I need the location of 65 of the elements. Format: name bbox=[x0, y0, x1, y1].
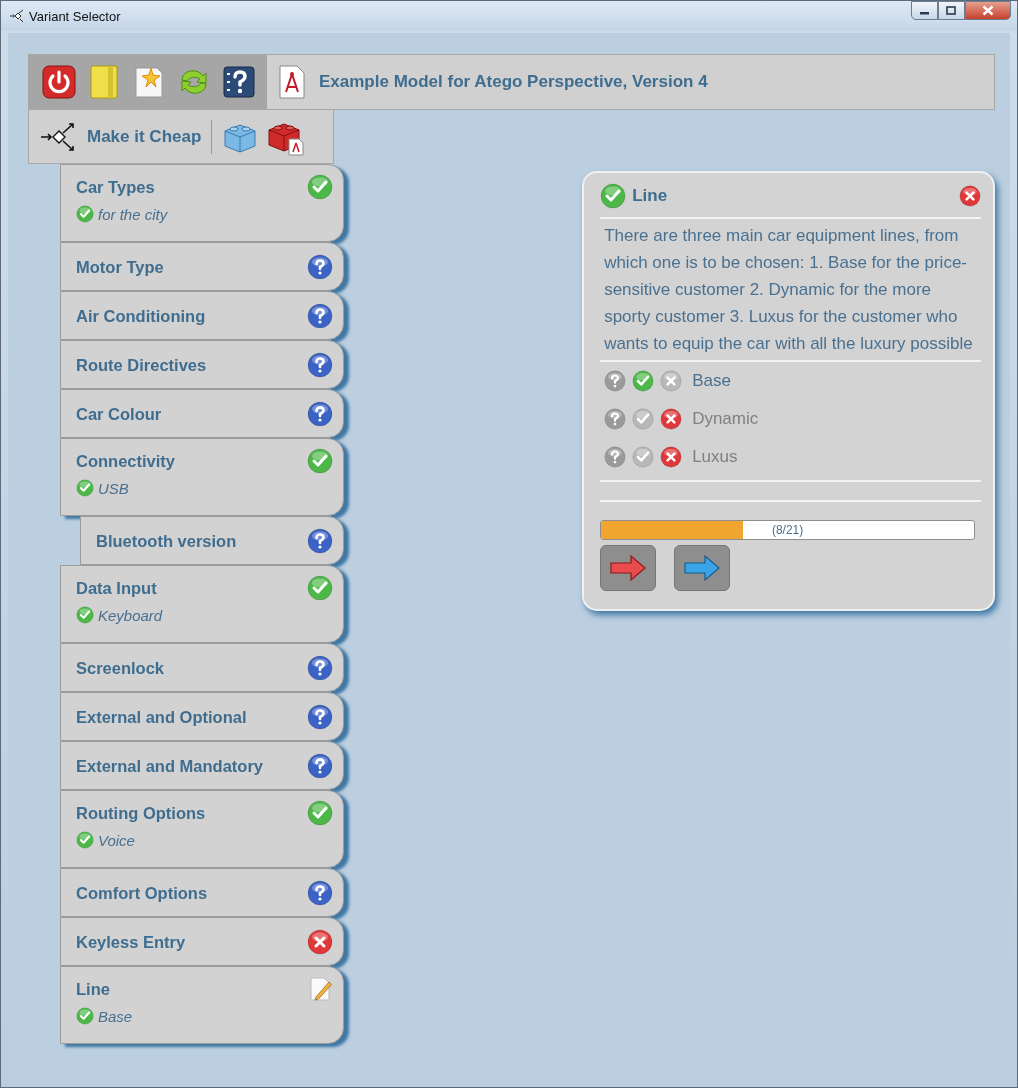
document-icon bbox=[279, 65, 305, 99]
model-title: Example Model for Atego Perspective, Version 4 bbox=[319, 72, 708, 92]
feature-item[interactable]: Bluetooth version bbox=[80, 516, 345, 565]
app-icon bbox=[9, 9, 25, 23]
close-icon bbox=[959, 185, 981, 207]
feature-label: External and Mandatory bbox=[76, 755, 264, 777]
selection-value: Voice bbox=[98, 831, 135, 849]
question-icon bbox=[604, 370, 627, 392]
selection-value: Keyboard bbox=[98, 606, 163, 624]
feature-label: Line bbox=[76, 979, 110, 1000]
check-icon bbox=[76, 606, 94, 624]
feature-label: Motor Type bbox=[76, 256, 164, 278]
feature-item[interactable]: External and Mandatory bbox=[60, 741, 345, 790]
maximize-icon bbox=[946, 5, 957, 16]
arrow-icon bbox=[683, 554, 722, 582]
variant-name: Make it Cheap bbox=[87, 126, 202, 147]
next-button[interactable] bbox=[674, 545, 731, 591]
power-button[interactable] bbox=[41, 64, 77, 100]
close-panel-button[interactable] bbox=[959, 185, 981, 207]
selection-value: for the city bbox=[98, 205, 168, 223]
option-label[interactable]: Base bbox=[692, 371, 731, 391]
feature-item[interactable]: Car Types for the city bbox=[60, 164, 345, 242]
feature-label: Data Input bbox=[76, 578, 157, 599]
feature-label: Routing Options bbox=[76, 803, 206, 824]
feature-label: Bluetooth version bbox=[96, 530, 237, 552]
feature-item[interactable]: Line Base bbox=[60, 966, 345, 1044]
selection-value: Base bbox=[98, 1007, 133, 1025]
window-title: Variant Selector bbox=[29, 8, 121, 24]
feature-item[interactable]: Screenlock bbox=[60, 643, 345, 692]
feature-label: Screenlock bbox=[76, 657, 165, 679]
feature-label: Car Colour bbox=[76, 403, 162, 425]
feature-item[interactable]: Motor Type bbox=[60, 242, 345, 291]
check-icon bbox=[76, 1007, 94, 1025]
description-text: There are three main car equipment lines, from which one is to be chosen: 1. Base for the price-sensitive customer 2. Dynamic for the more sporty customer 3. Luxus for the customer who wants to equip the car with all the luxury possible bbox=[600, 219, 981, 362]
panel-title: Line bbox=[632, 186, 668, 206]
previous-button[interactable] bbox=[600, 545, 657, 591]
feature-item[interactable]: Routing Options Voice bbox=[60, 790, 345, 868]
help-button[interactable] bbox=[221, 64, 257, 100]
feature-item[interactable]: Connectivity USB bbox=[60, 438, 345, 516]
feature-item[interactable]: External and Optional bbox=[60, 692, 345, 741]
feature-label: Comfort Options bbox=[76, 882, 208, 904]
feature-label: Connectivity bbox=[76, 451, 176, 472]
feature-item[interactable]: Keyless Entry bbox=[60, 917, 345, 966]
feature-item[interactable]: Car Colour bbox=[60, 389, 345, 438]
maximize-button[interactable] bbox=[938, 1, 965, 20]
progress-reading: (8/21) bbox=[770, 522, 805, 539]
feature-label: External and Optional bbox=[76, 706, 247, 728]
minimize-button[interactable] bbox=[911, 1, 938, 20]
feature-label: Air Conditioning bbox=[76, 305, 206, 327]
close-button[interactable] bbox=[965, 1, 1011, 20]
feature-label: Keyless Entry bbox=[76, 931, 186, 953]
question-icon bbox=[604, 408, 627, 430]
check-icon bbox=[76, 479, 94, 497]
feature-label: Route Directives bbox=[76, 354, 207, 376]
feature-label: Car Types bbox=[76, 177, 155, 198]
feature-item[interactable]: Route Directives bbox=[60, 340, 345, 389]
check-icon bbox=[76, 831, 94, 849]
feature-item[interactable]: Air Conditioning bbox=[60, 291, 345, 340]
arrow-icon bbox=[609, 554, 648, 582]
feature-item[interactable]: Comfort Options bbox=[60, 868, 345, 917]
close-icon bbox=[982, 5, 994, 16]
check-icon bbox=[76, 205, 94, 223]
selection-value: USB bbox=[98, 479, 129, 497]
feature-item[interactable]: Data Input Keyboard bbox=[60, 565, 345, 643]
question-icon bbox=[604, 446, 627, 468]
